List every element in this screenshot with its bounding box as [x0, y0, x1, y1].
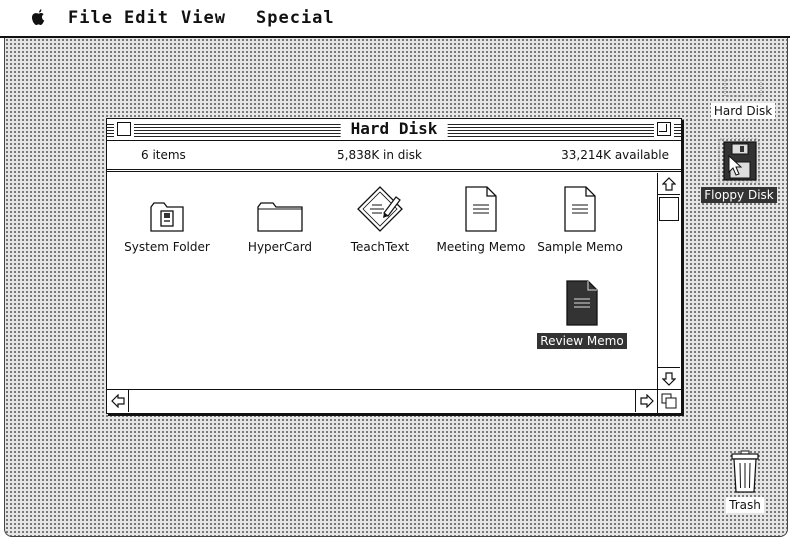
disk-available: 33,214K available: [561, 148, 669, 162]
teachtext-app-icon: [357, 186, 403, 232]
file-item-review-memo[interactable]: Review Memo: [527, 279, 637, 349]
items-count: 6 items: [141, 148, 186, 162]
document-icon: [465, 186, 497, 232]
desktop[interactable]: Hard Disk 6 items 5,838K in disk 33,214K…: [4, 38, 788, 537]
file-item-teachtext[interactable]: TeachText: [325, 183, 435, 255]
desktop-icon-hard-disk[interactable]: Hard Disk: [701, 78, 785, 119]
hard-disk-window[interactable]: Hard Disk 6 items 5,838K in disk 33,214K…: [106, 118, 682, 414]
menu-bar: File Edit View Special: [0, 0, 790, 38]
scroll-thumb[interactable]: [659, 197, 679, 221]
window-info-bar: 6 items 5,838K in disk 33,214K available: [107, 141, 681, 172]
window-content: System Folder HyperCard TeachText Meetin…: [107, 173, 656, 388]
floppy-disk-icon: [718, 138, 760, 183]
desktop-icon-label: Trash: [726, 497, 764, 513]
close-box-icon[interactable]: [117, 122, 131, 136]
menu-view[interactable]: View: [181, 8, 226, 28]
window-title-bar[interactable]: Hard Disk: [107, 119, 681, 141]
desktop-icon-label: Hard Disk: [710, 103, 776, 119]
file-label: Review Memo: [537, 333, 627, 349]
scroll-down-icon[interactable]: [658, 367, 680, 389]
disk-used: 5,838K in disk: [337, 148, 422, 162]
vertical-scrollbar[interactable]: [657, 173, 681, 389]
file-item-sample-memo[interactable]: Sample Memo: [525, 185, 635, 255]
window-title: Hard Disk: [340, 120, 448, 138]
file-label: Meeting Memo: [436, 240, 526, 254]
menu-file[interactable]: File: [68, 8, 113, 28]
scroll-up-icon[interactable]: [658, 173, 680, 195]
menu-special[interactable]: Special: [256, 8, 335, 28]
hard-disk-icon: [724, 79, 762, 97]
apple-menu-icon[interactable]: [30, 8, 46, 31]
document-icon: [564, 186, 596, 232]
desktop-icon-trash[interactable]: Trash: [717, 450, 773, 513]
file-label: TeachText: [350, 240, 410, 254]
zoom-box-icon[interactable]: [657, 122, 671, 136]
desktop-icon-floppy-disk[interactable]: Floppy Disk: [689, 138, 787, 203]
grow-box-icon[interactable]: [657, 389, 681, 413]
file-label: HyperCard: [247, 240, 313, 254]
file-item-meeting-memo[interactable]: Meeting Memo: [426, 185, 536, 255]
file-label: Sample Memo: [537, 240, 623, 254]
trash-icon: [731, 450, 759, 493]
file-item-system-folder[interactable]: System Folder: [112, 199, 222, 255]
file-label: System Folder: [124, 240, 210, 254]
menu-edit[interactable]: Edit: [124, 8, 169, 28]
document-icon: [566, 280, 598, 326]
desktop-icon-label: Floppy Disk: [701, 187, 777, 203]
system-folder-icon: [150, 202, 184, 232]
horizontal-scrollbar[interactable]: [107, 389, 657, 413]
file-item-hypercard[interactable]: HyperCard: [225, 199, 335, 255]
folder-icon: [257, 202, 303, 232]
scroll-right-icon[interactable]: [635, 390, 657, 412]
scroll-left-icon[interactable]: [107, 390, 129, 412]
